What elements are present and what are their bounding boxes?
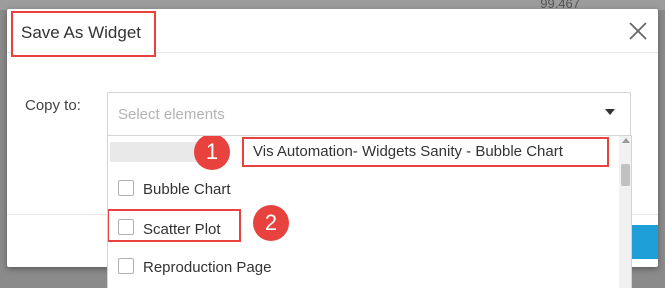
option-label: Bubble Chart (143, 181, 231, 198)
caret-down-icon[interactable] (605, 109, 615, 115)
dropdown-scrollbar[interactable] (619, 136, 631, 288)
scroll-thumb[interactable] (621, 164, 630, 186)
primary-button[interactable] (631, 225, 658, 259)
option-bubble-chart[interactable]: Bubble Chart (108, 172, 618, 210)
select-placeholder: Select elements (118, 106, 225, 123)
checkbox[interactable] (118, 258, 134, 274)
elements-dropdown: Vis Automation- Widgets Sanity - Bubble … (107, 135, 632, 288)
option-label: Reproduction Page (143, 259, 272, 276)
copy-to-select[interactable]: Select elements (107, 92, 631, 136)
option-label: Scatter Plot (143, 221, 221, 238)
option-reproduction-page[interactable]: Reproduction Page (108, 250, 618, 288)
copy-to-label: Copy to: (25, 97, 81, 114)
dropdown-group-row: Vis Automation- Widgets Sanity - Bubble … (108, 136, 618, 167)
group-chip (110, 142, 200, 162)
annotation-badge-1: 1 (194, 136, 230, 170)
checkbox[interactable] (118, 219, 134, 235)
scroll-up-arrow-icon[interactable] (622, 138, 630, 143)
dialog-title: Save As Widget (11, 11, 156, 57)
checkbox[interactable] (118, 180, 134, 196)
annotation-badge-2: 2 (253, 205, 289, 241)
dropdown-group-label: Vis Automation- Widgets Sanity - Bubble … (242, 137, 609, 167)
close-icon[interactable] (626, 19, 650, 43)
option-scatter-plot[interactable]: Scatter Plot (108, 209, 618, 247)
